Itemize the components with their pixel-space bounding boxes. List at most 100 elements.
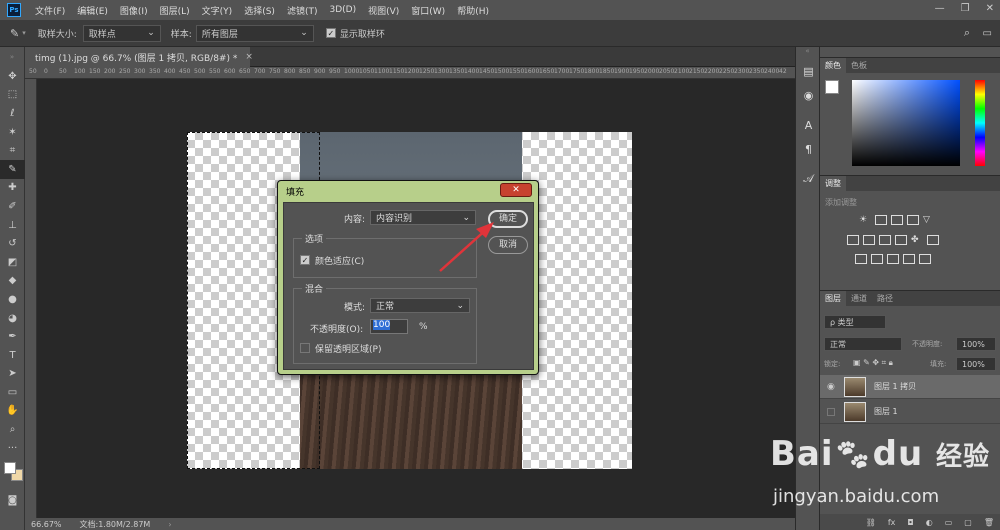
document-tab[interactable]: timg (1).jpg @ 66.7% (图层 1 拷贝, RGB/8#) *…	[25, 47, 253, 67]
foreground-color-swatch[interactable]	[4, 462, 16, 475]
menu-layer[interactable]: 图层(L)	[154, 4, 196, 17]
posterize-icon[interactable]	[871, 254, 883, 264]
hue-saturation-icon[interactable]	[847, 235, 859, 245]
tab-channels[interactable]: 通道	[846, 291, 872, 307]
menu-filter[interactable]: 滤镜(T)	[281, 4, 324, 17]
ruler-tick-label: 2000	[644, 68, 660, 75]
collapse-rail-icon[interactable]: «	[796, 47, 819, 59]
tab-color[interactable]: 颜色	[820, 58, 846, 74]
type-tool-icon[interactable]: T	[0, 346, 25, 365]
curves-icon[interactable]	[891, 215, 903, 225]
eraser-tool-icon[interactable]: ◩	[0, 253, 25, 272]
vibrance-icon[interactable]: ▽	[923, 215, 935, 225]
sample-size-dropdown[interactable]: 取样点 ⌄	[82, 24, 161, 42]
lasso-tool-icon[interactable]: ℓ	[0, 104, 25, 123]
blur-tool-icon[interactable]: ●	[0, 290, 25, 309]
menu-edit[interactable]: 编辑(E)	[71, 4, 114, 17]
magic-wand-tool-icon[interactable]: ✶	[0, 123, 25, 142]
close-window-button[interactable]: ✕	[986, 3, 994, 14]
threshold-icon[interactable]	[887, 254, 899, 264]
color-adapt-checkbox[interactable]: ✓	[300, 255, 310, 265]
glyphs-icon[interactable]: 𝒜	[796, 167, 821, 191]
dodge-tool-icon[interactable]: ◕	[0, 309, 25, 328]
paint-bucket-tool-icon[interactable]: ◆	[0, 272, 25, 291]
zoom-level[interactable]: 66.67%	[31, 520, 62, 529]
layer-kind-filter[interactable]: ρ 类型	[824, 315, 886, 329]
menu-type[interactable]: 文字(Y)	[196, 4, 239, 17]
gradient-map-icon[interactable]	[903, 254, 915, 264]
lock-icons[interactable]: ▣ ✎ ✥ ⌗ 🔒︎	[853, 358, 893, 368]
cancel-button[interactable]: 取消	[488, 236, 528, 254]
properties-icon[interactable]: ◉	[796, 83, 821, 107]
color-foreground-swatch[interactable]	[825, 80, 839, 94]
content-dropdown[interactable]: 内容识别 ⌄	[370, 210, 476, 225]
rectangle-tool-icon[interactable]: ▭	[0, 383, 25, 402]
menu-image[interactable]: 图像(I)	[114, 4, 154, 17]
zoom-tool-icon[interactable]: ⌕	[0, 420, 25, 439]
visibility-toggle[interactable]	[827, 407, 835, 416]
paragraph-icon[interactable]: ¶	[796, 137, 821, 161]
crop-tool-icon[interactable]: ⌗	[0, 141, 25, 160]
hue-slider[interactable]	[975, 80, 985, 166]
eyedropper-tool-icon[interactable]: ✎	[0, 159, 25, 179]
tab-paths[interactable]: 路径	[872, 291, 898, 307]
close-tab-icon[interactable]: ×	[245, 52, 253, 62]
more-tools-icon[interactable]: ···	[0, 439, 25, 458]
workspace-icon[interactable]: ▭	[983, 28, 992, 39]
layer-blend-mode-dropdown[interactable]: 正常	[824, 337, 902, 351]
brush-tool-icon[interactable]: ✐	[0, 197, 25, 216]
layer-opacity-field[interactable]: 100%	[956, 337, 996, 351]
visibility-eye-icon[interactable]: ◉	[827, 382, 835, 392]
fill-field[interactable]: 100%	[956, 357, 996, 371]
marquee-tool-icon[interactable]: ⬚	[0, 86, 25, 105]
collapse-icon[interactable]: »	[0, 47, 24, 67]
character-icon[interactable]: A	[796, 113, 821, 137]
layer-row[interactable]: 图层 1	[820, 400, 1000, 424]
menu-window[interactable]: 窗口(W)	[405, 4, 451, 17]
ok-button[interactable]: 确定	[488, 210, 528, 228]
mode-dropdown[interactable]: 正常 ⌄	[370, 298, 470, 313]
eyedropper-tool-icon[interactable]: ✎	[10, 27, 19, 40]
menu-select[interactable]: 选择(S)	[238, 4, 281, 17]
show-ring-checkbox[interactable]: ✓	[325, 28, 336, 38]
tab-adjustments[interactable]: 调整	[820, 176, 846, 192]
menu-file[interactable]: 文件(F)	[29, 4, 71, 17]
channel-mixer-icon[interactable]: ✤	[911, 235, 923, 245]
levels-icon[interactable]	[875, 215, 887, 225]
quick-mask-icon[interactable]: ◙	[0, 491, 25, 510]
path-selection-tool-icon[interactable]: ➤	[0, 365, 25, 384]
restore-button[interactable]: ❐	[961, 3, 970, 14]
ruler-tick-label: 2350	[749, 68, 765, 75]
menu-3d[interactable]: 3D(D)	[323, 5, 362, 15]
status-arrow-icon[interactable]: ›	[168, 520, 171, 529]
search-icon[interactable]: ⌕	[964, 26, 970, 40]
dialog-close-button[interactable]: ✕	[500, 183, 532, 197]
exposure-icon[interactable]	[907, 215, 919, 225]
layer-row[interactable]: ◉ 图层 1 拷贝	[820, 375, 1000, 399]
history-icon[interactable]: ▤	[796, 59, 821, 83]
minimize-button[interactable]: —	[935, 3, 945, 14]
black-white-icon[interactable]	[879, 235, 891, 245]
menu-view[interactable]: 视图(V)	[362, 4, 405, 17]
brightness-icon[interactable]: ☀	[859, 215, 871, 225]
menu-help[interactable]: 帮助(H)	[451, 4, 495, 17]
hand-tool-icon[interactable]: ✋	[0, 402, 25, 421]
tab-layers[interactable]: 图层	[820, 291, 846, 307]
healing-brush-tool-icon[interactable]: ✚	[0, 179, 25, 198]
move-tool-icon[interactable]: ✥	[0, 67, 25, 86]
history-brush-tool-icon[interactable]: ↺	[0, 234, 25, 253]
opacity-input[interactable]: 100	[370, 319, 408, 334]
clone-stamp-tool-icon[interactable]: ⊥	[0, 216, 25, 235]
preserve-transparency-checkbox[interactable]	[300, 343, 310, 353]
color-field[interactable]	[852, 80, 960, 166]
invert-icon[interactable]	[855, 254, 867, 264]
sample-dropdown[interactable]: 所有图层 ⌄	[195, 24, 314, 42]
ruler-tick-label: 2150	[689, 68, 705, 75]
tab-swatches[interactable]: 色板	[846, 58, 872, 74]
tool-preset-chevron-icon[interactable]: ▾	[22, 29, 26, 37]
selective-color-icon[interactable]	[919, 254, 931, 264]
color-lookup-icon[interactable]	[927, 235, 939, 245]
pen-tool-icon[interactable]: ✒	[0, 327, 25, 346]
color-balance-icon[interactable]	[863, 235, 875, 245]
photo-filter-icon[interactable]	[895, 235, 907, 245]
